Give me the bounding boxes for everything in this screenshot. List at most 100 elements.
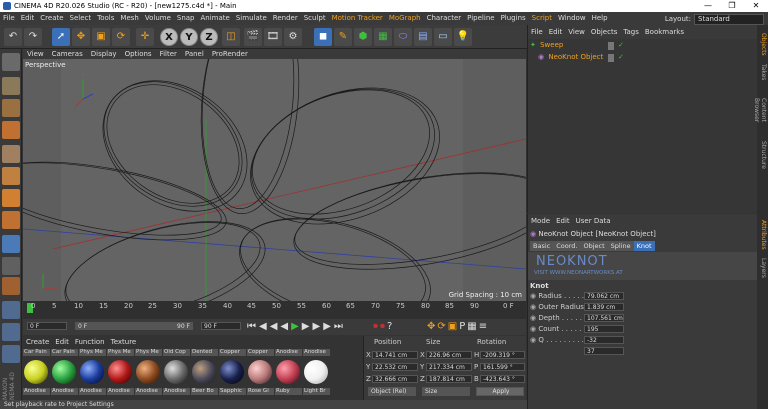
menu-volume[interactable]: Volume xyxy=(142,12,174,25)
menu-snap[interactable]: Snap xyxy=(174,12,198,25)
param-value-field[interactable]: 79.062 cm xyxy=(584,292,624,300)
param-value-field[interactable]: 195 xyxy=(584,325,624,333)
polygons-mode-icon[interactable] xyxy=(2,189,20,207)
obj-menu-view[interactable]: View xyxy=(565,27,588,37)
menu-create[interactable]: Create xyxy=(37,12,66,25)
menu-character[interactable]: Character xyxy=(424,12,465,25)
vp-menu-display[interactable]: Display xyxy=(87,50,121,58)
next-frame-icon[interactable]: ▶ xyxy=(302,321,313,332)
mat-menu-function[interactable]: Function xyxy=(72,338,108,347)
key-rotation-icon[interactable]: ⟳ xyxy=(437,321,447,332)
material-swatch[interactable]: Old Cop Anodise xyxy=(163,349,190,405)
menu-motion-tracker[interactable]: Motion Tracker xyxy=(329,12,386,25)
deformer-icon[interactable]: ⬭ xyxy=(394,28,412,46)
menu-render[interactable]: Render xyxy=(270,12,301,25)
material-swatch[interactable]: Copper Sapphic xyxy=(219,349,246,405)
size-z-field[interactable]: 187.814 cm xyxy=(426,375,472,383)
enabled-check-icon[interactable]: ✓ xyxy=(618,41,624,49)
position-x-field[interactable]: 14.741 cm xyxy=(372,351,418,359)
goto-end-icon[interactable]: ⏭ xyxy=(334,321,346,332)
tab-coord[interactable]: Coord. xyxy=(553,241,581,251)
side-tab-objects[interactable]: Objects xyxy=(758,29,767,59)
solo-hierarchy-icon[interactable] xyxy=(2,323,20,341)
scale-tool-icon[interactable]: ▣ xyxy=(92,28,110,46)
menu-select[interactable]: Select xyxy=(67,12,95,25)
key-pla-icon[interactable]: ▦ xyxy=(467,321,478,332)
side-tab-layers[interactable]: Layers xyxy=(758,255,767,281)
tweak-mode-icon[interactable] xyxy=(2,235,20,253)
tab-object[interactable]: Object xyxy=(580,241,608,251)
enabled-check-icon[interactable]: ✓ xyxy=(618,53,624,61)
timeline-menu-icon[interactable]: ≡ xyxy=(479,321,489,332)
model-mode-icon[interactable] xyxy=(2,77,20,95)
tab-spline[interactable]: Spline xyxy=(607,241,634,251)
obj-menu-bookmarks[interactable]: Bookmarks xyxy=(642,27,687,37)
key-position-icon[interactable]: ✥ xyxy=(427,321,437,332)
rotation-h-field[interactable]: -209.319 ° xyxy=(480,351,525,359)
menu-edit[interactable]: Edit xyxy=(18,12,38,25)
menu-tools[interactable]: Tools xyxy=(94,12,117,25)
cube-primitive-icon[interactable]: ◼ xyxy=(314,28,332,46)
param-value-field[interactable]: 1.839 cm xyxy=(584,303,624,311)
make-editable-icon[interactable] xyxy=(2,53,20,71)
key-scale-icon[interactable]: ▣ xyxy=(448,321,459,332)
param-radio-icon[interactable]: ◉ xyxy=(530,314,536,322)
rotate-tool-icon[interactable]: ⟳ xyxy=(112,28,130,46)
goto-start-icon[interactable]: ⏮ xyxy=(247,321,259,332)
menu-help[interactable]: Help xyxy=(589,12,611,25)
coordinate-system-icon[interactable]: ◫ xyxy=(222,28,240,46)
record-active-icon[interactable]: ⏺ xyxy=(373,321,380,332)
close-button[interactable]: ✕ xyxy=(744,0,768,12)
menu-pipeline[interactable]: Pipeline xyxy=(464,12,497,25)
end-frame-field[interactable]: 90 F xyxy=(201,322,241,330)
menu-sculpt[interactable]: Sculpt xyxy=(301,12,329,25)
object-row-sweep[interactable]: ✦ Sweep ✓ xyxy=(530,41,756,51)
menu-mograph[interactable]: MoGraph xyxy=(386,12,424,25)
prev-frame-icon[interactable]: ◀ xyxy=(280,321,291,332)
size-mode-dropdown[interactable]: Size xyxy=(422,387,470,396)
autokey-icon[interactable]: ⏺ xyxy=(380,321,387,332)
param-radio-icon[interactable]: ◉ xyxy=(530,336,536,344)
obj-menu-file[interactable]: File xyxy=(528,27,546,37)
select-tool-icon[interactable]: ➚ xyxy=(52,28,70,46)
menu-plugins[interactable]: Plugins xyxy=(498,12,529,25)
material-swatch[interactable]: Phys Me Anodise xyxy=(107,349,134,405)
redo-icon[interactable]: ↷ xyxy=(24,28,42,46)
rotation-b-field[interactable]: -423.643 ° xyxy=(480,375,525,383)
solo-off-icon[interactable] xyxy=(2,345,20,363)
visibility-toggle-icon[interactable] xyxy=(608,54,614,62)
menu-mesh[interactable]: Mesh xyxy=(117,12,141,25)
camera-icon[interactable]: ▭ xyxy=(434,28,452,46)
param-radio-icon[interactable]: ◉ xyxy=(530,303,536,311)
subdivision-icon[interactable]: ⬢ xyxy=(354,28,372,46)
side-tab-content-browser[interactable]: Content Browser xyxy=(753,85,767,135)
param-value-field[interactable]: 37 xyxy=(584,347,624,355)
obj-menu-objects[interactable]: Objects xyxy=(588,27,620,37)
points-mode-icon[interactable] xyxy=(2,145,20,163)
position-y-field[interactable]: 22.532 cm xyxy=(372,363,418,371)
rotation-p-field[interactable]: 161.599 ° xyxy=(480,363,525,371)
vp-menu-options[interactable]: Options xyxy=(121,50,156,58)
texture-mode-icon[interactable] xyxy=(2,99,20,117)
next-key-icon[interactable]: ▶▶ xyxy=(313,321,334,332)
vp-menu-view[interactable]: View xyxy=(23,50,48,58)
floor-icon[interactable]: ▤ xyxy=(414,28,432,46)
preview-range-slider[interactable]: 0 F 90 F xyxy=(75,322,193,330)
menu-script[interactable]: Script xyxy=(529,12,555,25)
mat-menu-create[interactable]: Create xyxy=(23,338,52,347)
add-tool-icon[interactable]: ✛ xyxy=(136,28,154,46)
attr-menu-user-data[interactable]: User Data xyxy=(573,216,614,226)
obj-menu-tags[interactable]: Tags xyxy=(620,27,642,37)
param-value-field[interactable]: -32 xyxy=(584,336,624,344)
minimize-button[interactable]: — xyxy=(696,0,720,12)
vp-menu-prorender[interactable]: ProRender xyxy=(208,50,252,58)
material-swatch[interactable]: Phys Me Anodise xyxy=(79,349,106,405)
menu-animate[interactable]: Animate xyxy=(198,12,233,25)
side-tab-attributes[interactable]: Attributes xyxy=(758,217,767,253)
play-icon[interactable]: ▶ xyxy=(291,321,302,332)
x-axis-lock-button[interactable]: X xyxy=(160,28,178,46)
attr-menu-mode[interactable]: Mode xyxy=(528,216,553,226)
tab-knot[interactable]: Knot xyxy=(633,241,655,251)
side-tab-structure[interactable]: Structure xyxy=(758,137,767,173)
material-swatch[interactable]: Copper Rose Gi xyxy=(247,349,274,405)
